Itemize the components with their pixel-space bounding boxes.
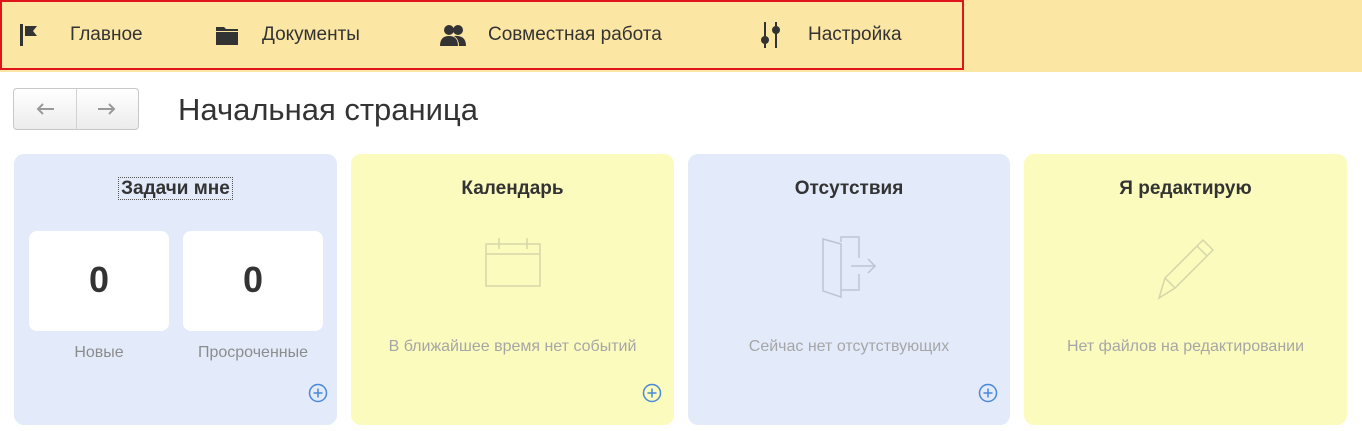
absences-card: Отсутствия Сейчас нет отсутствующих <box>688 154 1010 425</box>
users-icon <box>440 22 466 48</box>
add-event-button[interactable] <box>642 383 662 403</box>
door-exit-icon <box>821 236 877 303</box>
absences-card-title[interactable]: Отсутствия <box>688 178 1010 200</box>
absences-empty-text: Сейчас нет отсутствующих <box>748 338 950 355</box>
settings-sliders-icon <box>758 22 784 48</box>
pencil-icon <box>1155 234 1217 305</box>
nav-item-main[interactable]: Главное <box>16 0 143 70</box>
calendar-card-title[interactable]: Календарь <box>351 178 674 200</box>
tasks-card-title[interactable]: Задачи мне <box>14 177 337 200</box>
nav-item-label: Совместная работа <box>488 24 662 45</box>
calendar-card: Календарь В ближайшее время нет событий <box>351 154 674 425</box>
plus-circle-icon <box>978 383 998 403</box>
editing-empty-text: Нет файлов на редактировании <box>1066 338 1305 355</box>
editing-card-title[interactable]: Я редактирую <box>1024 178 1347 200</box>
add-absence-button[interactable] <box>978 383 998 403</box>
plus-circle-icon <box>642 383 662 403</box>
forward-button[interactable] <box>76 89 138 129</box>
editing-card: Я редактирую Нет файлов на редактировани… <box>1024 154 1347 425</box>
nav-item-documents[interactable]: Документы <box>214 0 360 70</box>
arrow-right-icon <box>98 103 116 115</box>
calendar-icon <box>484 238 541 293</box>
new-tasks-counter[interactable]: 0 <box>29 231 169 331</box>
add-task-button[interactable] <box>308 383 328 403</box>
calendar-empty-text: В ближайшее время нет событий <box>388 338 637 355</box>
nav-item-collaboration[interactable]: Совместная работа <box>440 0 662 70</box>
history-buttons <box>13 88 139 130</box>
overdue-tasks-count: 0 <box>242 259 264 300</box>
nav-item-label: Документы <box>262 24 360 45</box>
back-button[interactable] <box>14 89 76 129</box>
overdue-tasks-label: Просроченные <box>197 344 309 361</box>
plus-circle-icon <box>308 383 328 403</box>
new-tasks-label: Новые <box>74 344 124 361</box>
nav-item-label: Главное <box>70 24 143 45</box>
nav-item-settings[interactable]: Настройка <box>758 0 902 70</box>
new-tasks-count: 0 <box>88 259 110 300</box>
folder-icon <box>214 22 240 48</box>
flag-icon <box>16 22 42 48</box>
overdue-tasks-counter[interactable]: 0 <box>183 231 323 331</box>
top-nav-bar: Главное Документы Совместная работа Наст… <box>0 0 1362 72</box>
page-title: Начальная страница <box>178 92 478 127</box>
tasks-card: Задачи мне 0 0 Новые Просроченные <box>14 154 337 425</box>
nav-item-label: Настройка <box>808 24 902 45</box>
arrow-left-icon <box>36 103 54 115</box>
